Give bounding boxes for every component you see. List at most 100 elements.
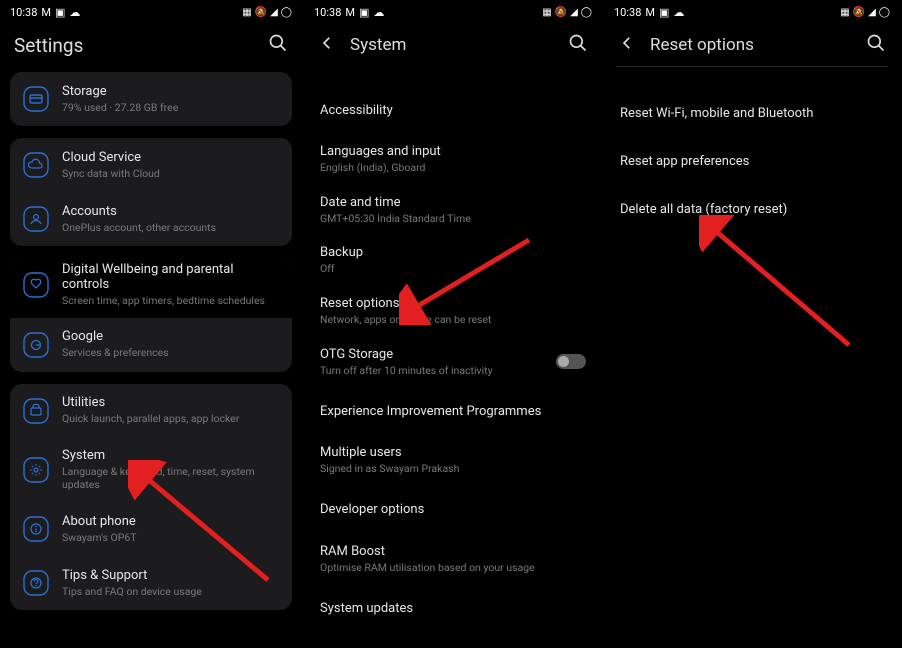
divider — [616, 66, 888, 67]
item-title: Multiple users — [320, 445, 586, 460]
item-sub: Tips and FAQ on device usage — [62, 585, 280, 599]
system-item-date-time[interactable]: Date and timeGMT+05:30 India Standard Ti… — [304, 185, 602, 236]
system-item-otg-storage[interactable]: OTG Storage Turn off after 10 minutes of … — [304, 337, 602, 388]
tips-icon — [22, 569, 50, 597]
sidebar-item-utilities[interactable]: UtilitiesQuick launch, parallel apps, ap… — [10, 384, 292, 438]
sidebar-item-cloud-service[interactable]: Cloud Service Sync data with Cloud — [10, 138, 292, 192]
item-title: Accounts — [62, 204, 280, 219]
about-phone-icon — [22, 515, 50, 543]
item-sub: Swayam's OP6T — [62, 531, 280, 545]
sidebar-item-wellbeing[interactable]: Digital Wellbeing and parental controlsS… — [10, 258, 292, 318]
reset-item-wifi-mobile-bt[interactable]: Reset Wi-Fi, mobile and Bluetooth — [604, 89, 900, 137]
otg-toggle[interactable] — [556, 354, 586, 369]
reset-options-panel: 10:38 M ▣ ☁ ▦ 🔕 ◢ ◯ Reset options Reset … — [604, 0, 900, 648]
item-title: Delete all data (factory reset) — [620, 202, 884, 217]
status-nfc-icon: ▦ — [542, 7, 551, 18]
status-bar: 10:38 M ▣ ☁ ▦ 🔕 ◢ ◯ — [0, 0, 302, 24]
item-sub: English (India), Gboard — [320, 161, 586, 175]
system-item-ram-boost[interactable]: RAM Boost Optimise RAM utilisation based … — [304, 534, 602, 585]
status-mute-icon: 🔕 — [853, 7, 865, 18]
item-title: Experience Improvement Programmes — [320, 404, 586, 419]
system-item-experience[interactable]: Experience Improvement Programmes — [304, 387, 602, 435]
status-bar: 10:38 M ▣ ☁ ▦ 🔕 ◢ ◯ — [304, 0, 602, 24]
status-time: 10:38 — [10, 6, 37, 19]
system-item-system-updates[interactable]: System updates — [304, 584, 602, 632]
item-sub: 79% used · 27.28 GB free — [62, 101, 280, 115]
settings-group: Storage 79% used · 27.28 GB free — [10, 72, 292, 126]
item-title: Languages and input — [320, 144, 586, 159]
header: Settings — [0, 24, 302, 66]
reset-item-factory-reset[interactable]: Delete all data (factory reset) — [604, 185, 900, 233]
sidebar-item-system[interactable]: SystemLanguage & keyboard, time, reset, … — [10, 438, 292, 502]
item-sub: Signed in as Swayam Prakash — [320, 462, 586, 476]
status-battery-icon: ◯ — [281, 7, 292, 18]
status-time: 10:38 — [314, 6, 341, 19]
settings-group: UtilitiesQuick launch, parallel apps, ap… — [10, 384, 292, 610]
status-battery-icon: ◯ — [879, 7, 890, 18]
status-battery-icon: ◯ — [581, 7, 592, 18]
system-item-backup[interactable]: Backup Off — [304, 235, 602, 286]
system-panel: 10:38 M ▣ ☁ ▦ 🔕 ◢ ◯ System Accessibility… — [304, 0, 602, 648]
page-title: System — [350, 35, 568, 55]
back-icon[interactable] — [318, 34, 336, 56]
header: System — [304, 24, 602, 66]
item-title: Date and time — [320, 195, 586, 210]
wellbeing-icon — [22, 271, 50, 299]
system-icon — [22, 456, 50, 484]
item-sub: OnePlus account, other accounts — [62, 221, 280, 235]
item-sub: Services & preferences — [62, 346, 280, 360]
system-item-reset-options[interactable]: Reset options Network, apps or device can… — [304, 286, 602, 337]
item-title: Storage — [62, 84, 280, 99]
item-title: OTG Storage — [320, 347, 544, 362]
settings-panel: 10:38 M ▣ ☁ ▦ 🔕 ◢ ◯ Settings Storage 79% … — [0, 0, 302, 648]
item-title: Reset options — [320, 296, 586, 311]
item-title: Accessibility — [320, 103, 586, 118]
status-signal-icon: ◢ — [270, 7, 278, 18]
search-icon[interactable] — [568, 33, 588, 58]
status-time: 10:38 — [614, 6, 641, 19]
accounts-icon — [22, 205, 50, 233]
status-nfc-icon: ▦ — [242, 7, 251, 18]
google-icon — [22, 331, 50, 359]
system-item-developer-options[interactable]: Developer options — [304, 486, 602, 534]
page-title: Settings — [14, 34, 268, 57]
item-title: Utilities — [62, 395, 280, 410]
sidebar-item-tips-support[interactable]: Tips & SupportTips and FAQ on device usa… — [10, 556, 292, 610]
sidebar-item-google[interactable]: GoogleServices & preferences — [10, 318, 292, 372]
item-sub: Turn off after 10 minutes of inactivity — [320, 364, 544, 378]
item-sub: Network, apps or device can be reset — [320, 313, 586, 327]
utilities-icon — [22, 397, 50, 425]
item-title: About phone — [62, 514, 280, 529]
sidebar-item-storage[interactable]: Storage 79% used · 27.28 GB free — [10, 72, 292, 126]
item-sub: Sync data with Cloud — [62, 167, 280, 181]
reset-item-app-preferences[interactable]: Reset app preferences — [604, 137, 900, 185]
storage-icon — [22, 85, 50, 113]
header: Reset options — [604, 24, 900, 66]
item-title: Reset app preferences — [620, 154, 884, 169]
item-sub: Language & keyboard, time, reset, system… — [62, 465, 280, 492]
search-icon[interactable] — [866, 33, 886, 58]
status-gallery-icon: ▣ — [359, 6, 369, 19]
annotation-arrow — [699, 215, 859, 355]
item-sub: Screen time, app timers, bedtime schedul… — [62, 294, 280, 308]
search-icon[interactable] — [268, 33, 288, 58]
item-sub: Optimise RAM utilisation based on your u… — [320, 561, 586, 575]
back-icon[interactable] — [618, 34, 636, 56]
item-title: System updates — [320, 601, 586, 616]
item-sub: Off — [320, 262, 586, 276]
status-signal-icon: ◢ — [868, 7, 876, 18]
status-cloud-icon: ☁ — [69, 6, 80, 19]
system-item-accessibility[interactable]: Accessibility — [304, 86, 602, 134]
system-item-languages[interactable]: Languages and input English (India), Gboa… — [304, 134, 602, 185]
status-mute-icon: 🔕 — [555, 7, 567, 18]
item-title: Cloud Service — [62, 150, 280, 165]
sidebar-item-about-phone[interactable]: About phone Swayam's OP6T — [10, 502, 292, 556]
sidebar-item-accounts[interactable]: Accounts OnePlus account, other accounts — [10, 192, 292, 246]
status-cloud-icon: ☁ — [673, 6, 684, 19]
system-item-multiple-users[interactable]: Multiple users Signed in as Swayam Prakas… — [304, 435, 602, 486]
status-bar: 10:38 M ▣ ☁ ▦ 🔕 ◢ ◯ — [604, 0, 900, 24]
page-title: Reset options — [650, 35, 866, 55]
item-title: RAM Boost — [320, 544, 586, 559]
item-title: Backup — [320, 245, 586, 260]
status-signal-icon: ◢ — [570, 7, 578, 18]
